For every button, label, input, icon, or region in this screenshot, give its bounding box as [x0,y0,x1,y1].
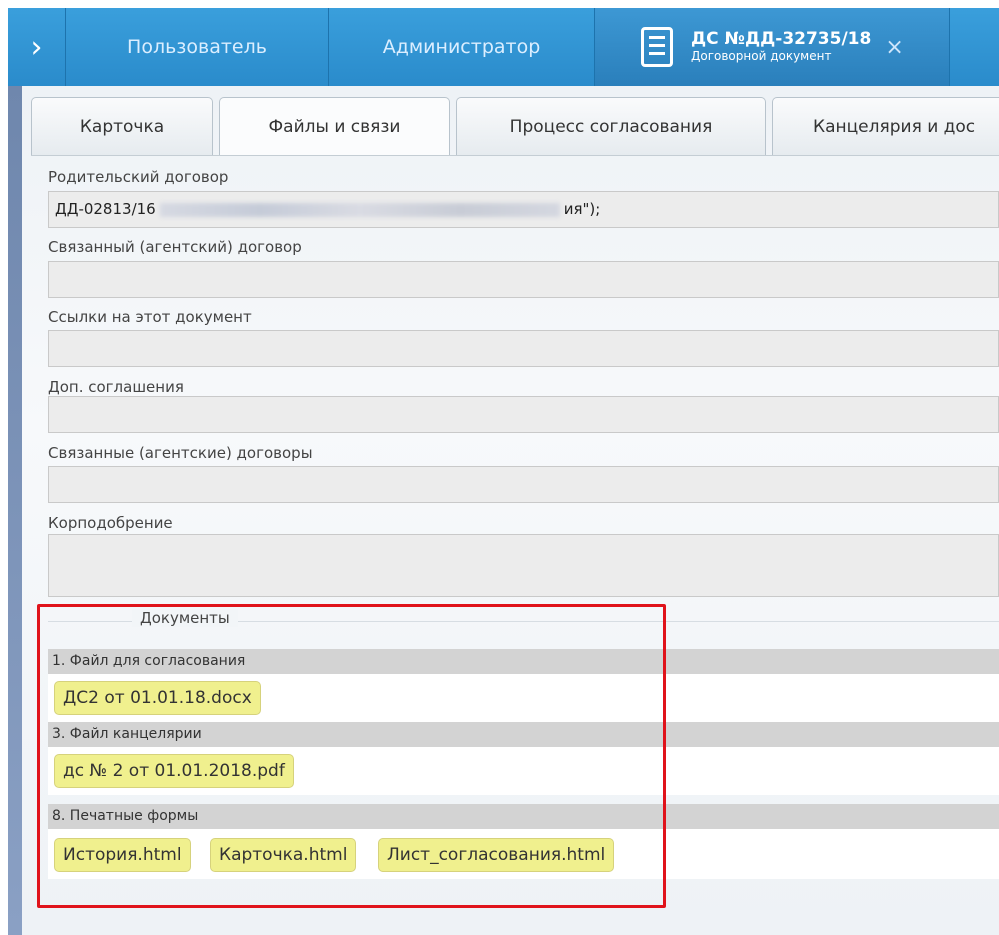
expand-chevron-icon[interactable]: › [8,8,66,86]
corp-approval-label: Корподобрение [48,514,173,532]
document-tab-title: ДС №ДД-32735/18 [691,29,872,50]
supplementary-agreements-field[interactable] [48,396,999,433]
top-navigation-bar: › Пользователь Администратор ДС №ДД-3273… [8,8,999,86]
linked-agent-contract-field[interactable] [48,261,999,298]
section-header-approval-file: 1. Файл для согласования [48,649,999,674]
file-chip[interactable]: ДС2 от 01.01.18.docx [54,681,261,715]
linked-agent-contract-label: Связанный (агентский) договор [48,238,302,256]
tab-approval-process[interactable]: Процесс согласования [456,97,766,155]
section-row-print-forms: История.html Карточка.html Лист_согласов… [48,829,999,879]
links-to-document-field[interactable] [48,330,999,367]
document-tab-titles: ДС №ДД-32735/18 Договорной документ [691,30,871,63]
section-row-approval-file: ДС2 от 01.01.18.docx [48,674,999,722]
nav-admin-button[interactable]: Администратор [329,8,595,86]
parent-contract-value-end: ия"); [563,200,601,218]
close-icon[interactable]: × [885,35,903,60]
linked-agent-contracts-field[interactable] [48,466,999,503]
tab-divider [31,155,999,156]
documents-legend: Документы [132,609,238,627]
file-chip[interactable]: Лист_согласования.html [378,838,615,872]
tab-card[interactable]: Карточка [31,97,213,155]
document-tab-subtitle: Договорной документ [691,48,832,63]
file-chip[interactable]: Карточка.html [210,838,357,872]
parent-contract-label: Родительский договор [48,168,229,186]
parent-contract-field[interactable]: ДД-02813/16 ия"); [48,191,999,228]
tab-chancery[interactable]: Канцелярия и дос [772,97,999,155]
corp-approval-field[interactable] [48,534,999,597]
document-icon [641,27,673,67]
linked-agent-contracts-label: Связанные (агентские) договоры [48,444,313,462]
document-tab[interactable]: ДС №ДД-32735/18 Договорной документ × [595,8,950,86]
left-side-rail [8,86,22,935]
section-header-print-forms: 8. Печатные формы [48,804,999,829]
redacted-text [159,202,560,217]
file-chip[interactable]: дс № 2 от 01.01.2018.pdf [54,754,294,788]
links-to-document-label: Ссылки на этот документ [48,308,252,326]
nav-user-button[interactable]: Пользователь [66,8,329,86]
section-row-chancery-file: дс № 2 от 01.01.2018.pdf [48,747,999,795]
tab-bar: Карточка Файлы и связи Процесс согласова… [31,97,999,155]
parent-contract-value-start: ДД-02813/16 [55,200,156,218]
supplementary-agreements-label: Доп. соглашения [48,378,184,396]
section-header-chancery-file: 3. Файл канцелярии [48,722,999,747]
file-chip[interactable]: История.html [54,838,191,872]
tab-files-and-links[interactable]: Файлы и связи [219,97,450,155]
content-panel: Карточка Файлы и связи Процесс согласова… [22,86,999,935]
